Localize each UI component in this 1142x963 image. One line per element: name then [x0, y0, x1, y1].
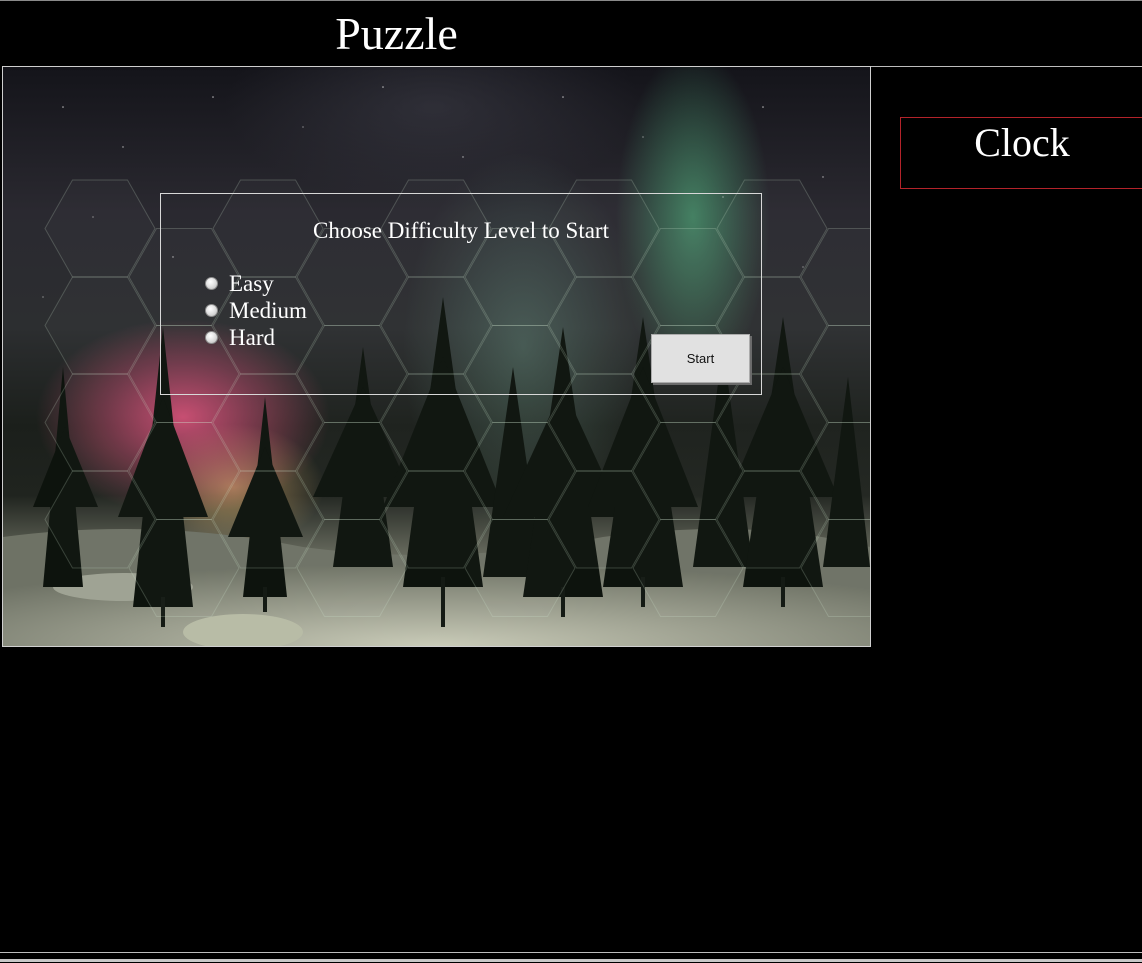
difficulty-option-hard[interactable]: Hard	[205, 324, 307, 351]
start-button[interactable]: Start	[651, 334, 750, 383]
medium-label: Medium	[229, 297, 307, 323]
bottom-bar	[0, 959, 1142, 962]
hard-radio[interactable]	[205, 331, 218, 344]
top-rule	[0, 0, 1142, 1]
medium-radio[interactable]	[205, 304, 218, 317]
hard-label: Hard	[229, 324, 275, 350]
difficulty-option-easy[interactable]: Easy	[205, 270, 307, 297]
bottom-rule	[0, 952, 1142, 953]
easy-label: Easy	[229, 270, 274, 296]
difficulty-heading: Choose Difficulty Level to Start	[313, 218, 609, 243]
easy-radio[interactable]	[205, 277, 218, 290]
page-title: Puzzle	[335, 8, 458, 59]
difficulty-options: Easy Medium Hard	[205, 270, 307, 351]
clock-label: Clock	[974, 120, 1070, 165]
difficulty-panel: Choose Difficulty Level to Start Easy Me…	[160, 193, 762, 395]
difficulty-option-medium[interactable]: Medium	[205, 297, 307, 324]
clock-box: Clock	[900, 117, 1142, 189]
